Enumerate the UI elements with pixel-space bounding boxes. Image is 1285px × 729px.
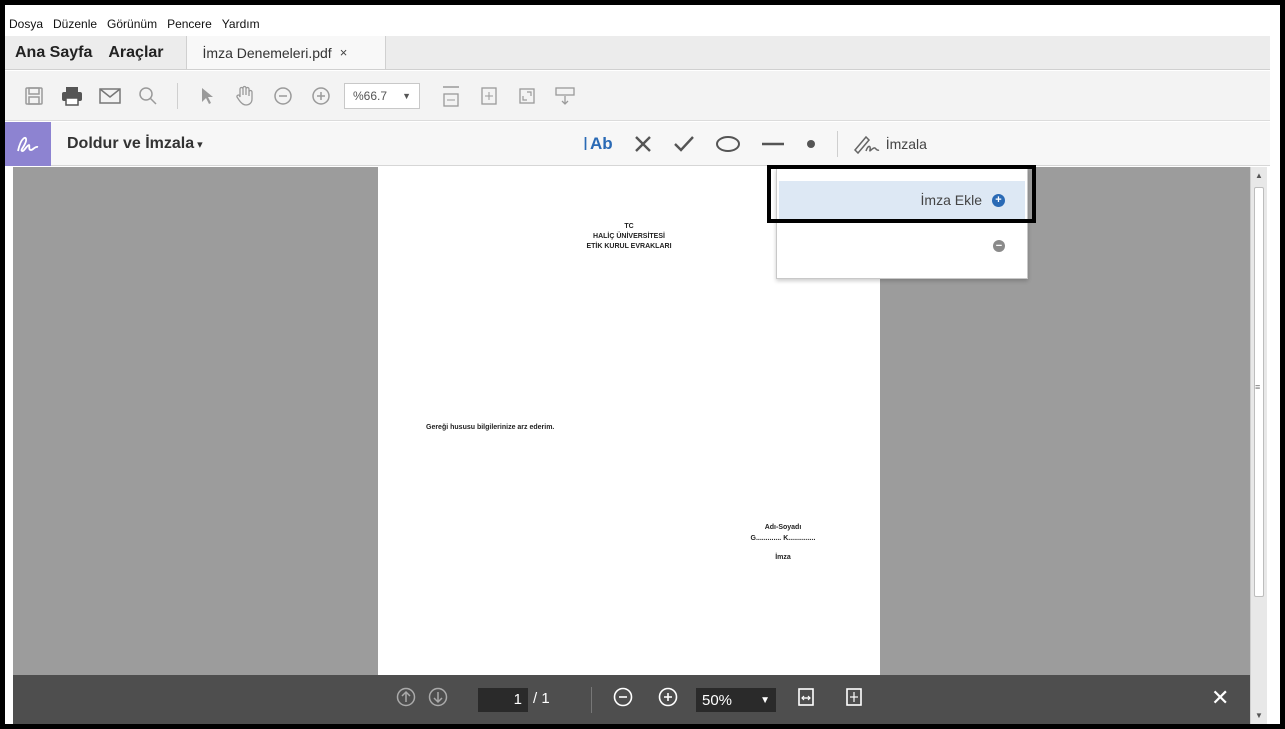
main-toolbar: %66.7 ▼: [5, 71, 1270, 121]
highlight-annotation-box: [767, 165, 1036, 223]
scroll-down-icon[interactable]: ▼: [1255, 711, 1263, 720]
search-icon[interactable]: [133, 81, 163, 111]
add-text-label: Ab: [590, 134, 613, 153]
sign-tools: I Ab İmzala: [583, 122, 947, 166]
bottom-divider: [591, 687, 592, 713]
signature-name-label: Adı-Soyadı: [764, 524, 802, 531]
chevron-down-icon: ▼: [402, 90, 411, 101]
fit-width-icon[interactable]: [436, 81, 466, 111]
fit-width-icon[interactable]: [797, 687, 815, 713]
fill-sign-logo-icon: [5, 121, 51, 166]
zoom-select[interactable]: %66.7 ▼: [344, 82, 420, 109]
zoom-value: %66.7: [353, 88, 388, 103]
menu-bar: Dosya Düzenle Görünüm Pencere Yardım: [5, 12, 1270, 36]
initials-item[interactable]: −: [779, 227, 1025, 265]
bottom-navigation-bar: 1 / 1 50% ▼ ✕: [13, 675, 1250, 724]
page-body-text: Gereği hususu bilgilerinize arz ederim.: [426, 424, 555, 431]
signature-line: G............. K..............: [750, 535, 816, 542]
bottom-zoom-select[interactable]: 50% ▼: [696, 688, 776, 712]
line-tool[interactable]: [761, 134, 785, 154]
dot-tool[interactable]: [805, 134, 817, 154]
fit-page-icon[interactable]: [474, 81, 504, 111]
zoom-out-icon[interactable]: [613, 687, 633, 713]
menu-help[interactable]: Yardım: [222, 17, 260, 31]
scroll-grip-icon: ≡: [1255, 382, 1261, 392]
tab-document[interactable]: İmza Denemeleri.pdf ×: [185, 36, 386, 69]
fill-sign-title: Doldur ve İmzala: [67, 134, 195, 152]
scroll-up-icon[interactable]: ▲: [1255, 171, 1263, 180]
menu-window[interactable]: Pencere: [167, 17, 212, 31]
signature-block: Adı-Soyadı G............. K.............…: [733, 522, 833, 563]
scrollbar-thumb[interactable]: [1254, 187, 1264, 597]
zoom-out-icon[interactable]: [268, 81, 298, 111]
toolbar-divider: [177, 82, 178, 109]
previous-page-icon[interactable]: [396, 687, 416, 713]
fullscreen-icon[interactable]: [512, 81, 542, 111]
close-tab-button[interactable]: ×: [340, 45, 348, 60]
sign-button[interactable]: İmzala: [852, 133, 927, 155]
ellipse-tool[interactable]: [715, 134, 741, 154]
select-arrow-icon[interactable]: [192, 81, 222, 111]
zoom-in-icon[interactable]: [658, 687, 678, 713]
keyboard-icon[interactable]: [550, 81, 580, 111]
email-icon[interactable]: [95, 81, 125, 111]
menu-view[interactable]: Görünüm: [107, 17, 157, 31]
zoom-in-icon[interactable]: [306, 81, 336, 111]
sign-label: İmzala: [885, 136, 927, 152]
remove-circle-icon[interactable]: −: [993, 240, 1005, 252]
document-viewport[interactable]: TC HALİÇ ÜNİVERSİTESİ ETİK KURUL EVRAKLA…: [13, 167, 1250, 675]
app-window: Dosya Düzenle Görünüm Pencere Yardım Ana…: [5, 5, 1280, 724]
tab-bar: Ana Sayfa Araçlar İmza Denemeleri.pdf ×: [5, 36, 1270, 70]
hand-icon[interactable]: [230, 81, 260, 111]
next-page-icon[interactable]: [428, 687, 448, 713]
check-mark-tool[interactable]: [673, 134, 695, 154]
page-total: / 1: [533, 690, 550, 707]
text-cursor-icon: I: [583, 133, 589, 154]
fit-page-icon[interactable]: [845, 687, 863, 713]
caret-down-icon: ▾: [197, 138, 203, 151]
cross-mark-tool[interactable]: [633, 134, 653, 154]
signature-word: İmza: [775, 554, 791, 561]
tab-tools[interactable]: Araçlar: [100, 36, 171, 69]
page-number-input[interactable]: 1: [478, 688, 528, 712]
tab-home[interactable]: Ana Sayfa: [5, 36, 100, 69]
print-icon[interactable]: [57, 81, 87, 111]
add-text-tool[interactable]: I Ab: [583, 134, 613, 155]
save-icon[interactable]: [19, 81, 49, 111]
menu-edit[interactable]: Düzenle: [53, 17, 97, 31]
close-icon[interactable]: ✕: [1211, 685, 1229, 711]
tab-document-label: İmza Denemeleri.pdf: [202, 44, 332, 61]
fill-sign-bar: Doldur ve İmzala ▾ I Ab İmzala: [5, 121, 1270, 166]
fill-sign-menu[interactable]: Doldur ve İmzala ▾: [67, 135, 203, 153]
sign-tools-divider: [836, 131, 838, 157]
vertical-scrollbar[interactable]: ▲ ≡ ▼: [1250, 167, 1267, 724]
chevron-down-icon: ▼: [760, 694, 770, 706]
bottom-zoom-value: 50%: [702, 691, 733, 709]
menu-file[interactable]: Dosya: [9, 17, 43, 31]
